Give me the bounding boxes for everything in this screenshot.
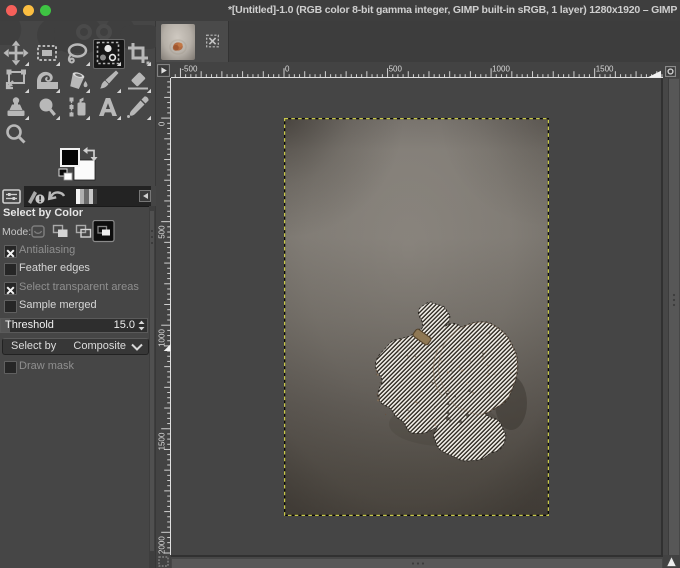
svg-text:0: 0 [285, 65, 290, 74]
svg-text:1500: 1500 [596, 65, 614, 74]
svg-text:0: 0 [158, 121, 167, 126]
svg-text:1000: 1000 [492, 65, 510, 74]
svg-text:-500: -500 [181, 65, 198, 74]
svg-text:1000: 1000 [158, 329, 167, 347]
svg-text:500: 500 [389, 65, 403, 74]
svg-text:2000: 2000 [158, 536, 167, 554]
svg-text:1500: 1500 [158, 432, 167, 450]
svg-text:500: 500 [158, 225, 167, 239]
